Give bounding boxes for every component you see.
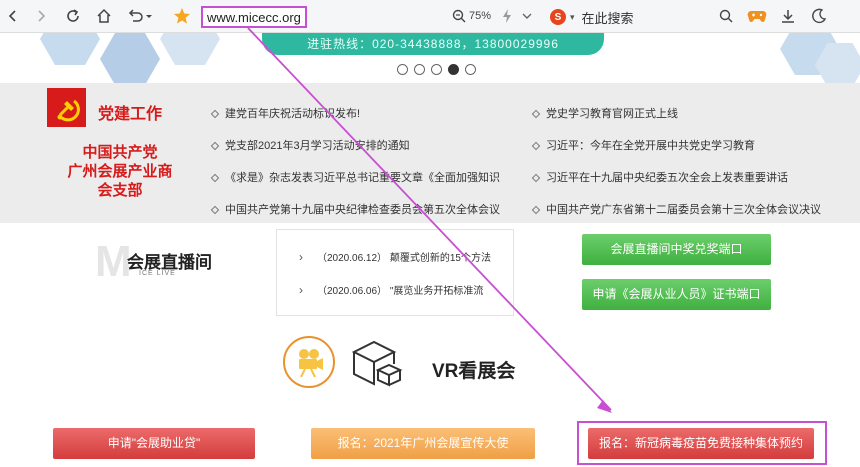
list-item-text[interactable]: （2020.06.06） "展览业务开拓标准流 (317, 286, 483, 297)
news-item[interactable]: 中国共产党广东省第十二届委员会第十三次全体会议决议 (531, 201, 821, 217)
sogou-icon: S (550, 9, 566, 25)
chevron-down-icon[interactable] (516, 5, 538, 27)
list-item-text[interactable]: （2020.06.12） 颠覆式创新的15个方法 (317, 253, 491, 264)
news-item[interactable]: 习近平：今年在全党开展中共党史学习教育 (531, 137, 755, 153)
news-item[interactable]: 党史学习教育官网正式上线 (531, 105, 678, 121)
live-subtitle: ICE LIVE (139, 270, 176, 277)
search-icon[interactable] (715, 5, 737, 27)
news-title[interactable]: 党史学习教育官网正式上线 (546, 108, 678, 120)
news-title[interactable]: 党支部2021年3月学习活动安排的通知 (225, 140, 410, 152)
camera-icon[interactable] (283, 336, 335, 388)
forward-icon[interactable] (30, 5, 52, 27)
search-engine-chevron-icon[interactable]: ▾ (570, 12, 575, 23)
night-mode-moon-icon[interactable] (808, 5, 830, 27)
carousel-dot-active[interactable] (448, 64, 459, 75)
org-line: 广州会展产业商 (67, 163, 173, 180)
highlight-box (577, 421, 827, 465)
ambassador-signup-button[interactable]: 报名：2021年广州会展宣传大使 (311, 428, 535, 459)
carousel-dot[interactable] (397, 64, 408, 75)
news-title[interactable]: 建党百年庆祝活动标识发布! (225, 108, 360, 120)
lightning-icon[interactable] (496, 5, 518, 27)
news-title[interactable]: 《求是》杂志发表习近平总书记重要文章《全面加强知识 (225, 172, 500, 184)
org-line: 中国共产党 (82, 144, 158, 161)
live-list: › （2020.06.12） 颠覆式创新的15个方法 › （2020.06.06） … (276, 229, 514, 316)
carousel-dot[interactable] (465, 64, 476, 75)
prize-redeem-button[interactable]: 会展直播间中奖兑奖端口 (582, 234, 771, 265)
bookmark-star-icon[interactable] (171, 5, 193, 27)
news-item[interactable]: 中国共产党第十九届中央纪律检查委员会第五次全体会议 (210, 201, 500, 217)
carousel-dots (397, 64, 476, 75)
vr-box-icon[interactable] (348, 334, 404, 390)
home-icon[interactable] (93, 5, 115, 27)
vr-title[interactable]: VR看展会 (432, 356, 515, 383)
party-org-name: 中国共产党 广州会展产业商 会支部 (50, 143, 190, 200)
news-title[interactable]: 习近平在十九届中央纪委五次全会上发表重要讲话 (546, 172, 788, 184)
zoom-level: 75% (469, 10, 492, 22)
gamepad-icon[interactable] (746, 5, 768, 27)
news-title[interactable]: 习近平：今年在全党开展中共党史学习教育 (546, 140, 755, 152)
org-line: 会支部 (97, 182, 143, 199)
live-room-logo[interactable]: M 会展直播间 ICE LIVE (95, 240, 225, 286)
search-input[interactable]: 在此搜索 (582, 8, 634, 27)
list-item[interactable]: › （2020.06.06） "展览业务开拓标准流 (299, 282, 483, 297)
hammer-sickle-icon (47, 88, 86, 127)
carousel-dot[interactable] (414, 64, 425, 75)
loan-apply-button[interactable]: 申请"会展助业贷" (53, 428, 255, 459)
news-title[interactable]: 中国共产党第十九届中央纪律检查委员会第五次全体会议 (225, 204, 500, 216)
zoom-icon (452, 9, 466, 23)
back-icon[interactable] (2, 5, 24, 27)
banner-carousel[interactable]: 进驻热线：020-34438888，13800029996 (0, 33, 860, 83)
party-title[interactable]: 党建工作 (98, 100, 162, 124)
zoom-control[interactable]: 75% (452, 9, 491, 23)
news-item[interactable]: 党支部2021年3月学习活动安排的通知 (210, 137, 410, 153)
chevron-right-icon: › (299, 283, 303, 297)
certificate-apply-button[interactable]: 申请《会展从业人员》证书端口 (582, 279, 771, 310)
hexagon-decoration (160, 33, 220, 65)
search-box[interactable]: S ▾ 在此搜索 (550, 6, 740, 28)
browser-toolbar: www.micecc.org 75% S ▾ 在此搜索 (0, 0, 860, 33)
news-item[interactable]: 建党百年庆祝活动标识发布! (210, 105, 360, 121)
hexagon-decoration (100, 33, 160, 83)
list-item[interactable]: › （2020.06.12） 颠覆式创新的15个方法 (299, 249, 491, 264)
news-title[interactable]: 中国共产党广东省第十二届委员会第十三次全体会议决议 (546, 204, 821, 216)
chevron-right-icon: › (299, 250, 303, 264)
refresh-icon[interactable] (62, 5, 84, 27)
news-item[interactable]: 《求是》杂志发表习近平总书记重要文章《全面加强知识 (210, 169, 500, 185)
download-icon[interactable] (777, 5, 799, 27)
undo-icon[interactable] (125, 5, 155, 27)
hotline-banner: 进驻热线：020-34438888，13800029996 (262, 33, 604, 55)
address-bar[interactable]: www.micecc.org (201, 6, 307, 28)
party-building-section: 党建工作 中国共产党 广州会展产业商 会支部 建党百年庆祝活动标识发布! 党支部… (0, 83, 860, 223)
carousel-dot[interactable] (431, 64, 442, 75)
hexagon-decoration (40, 33, 100, 65)
news-item[interactable]: 习近平在十九届中央纪委五次全会上发表重要讲话 (531, 169, 788, 185)
